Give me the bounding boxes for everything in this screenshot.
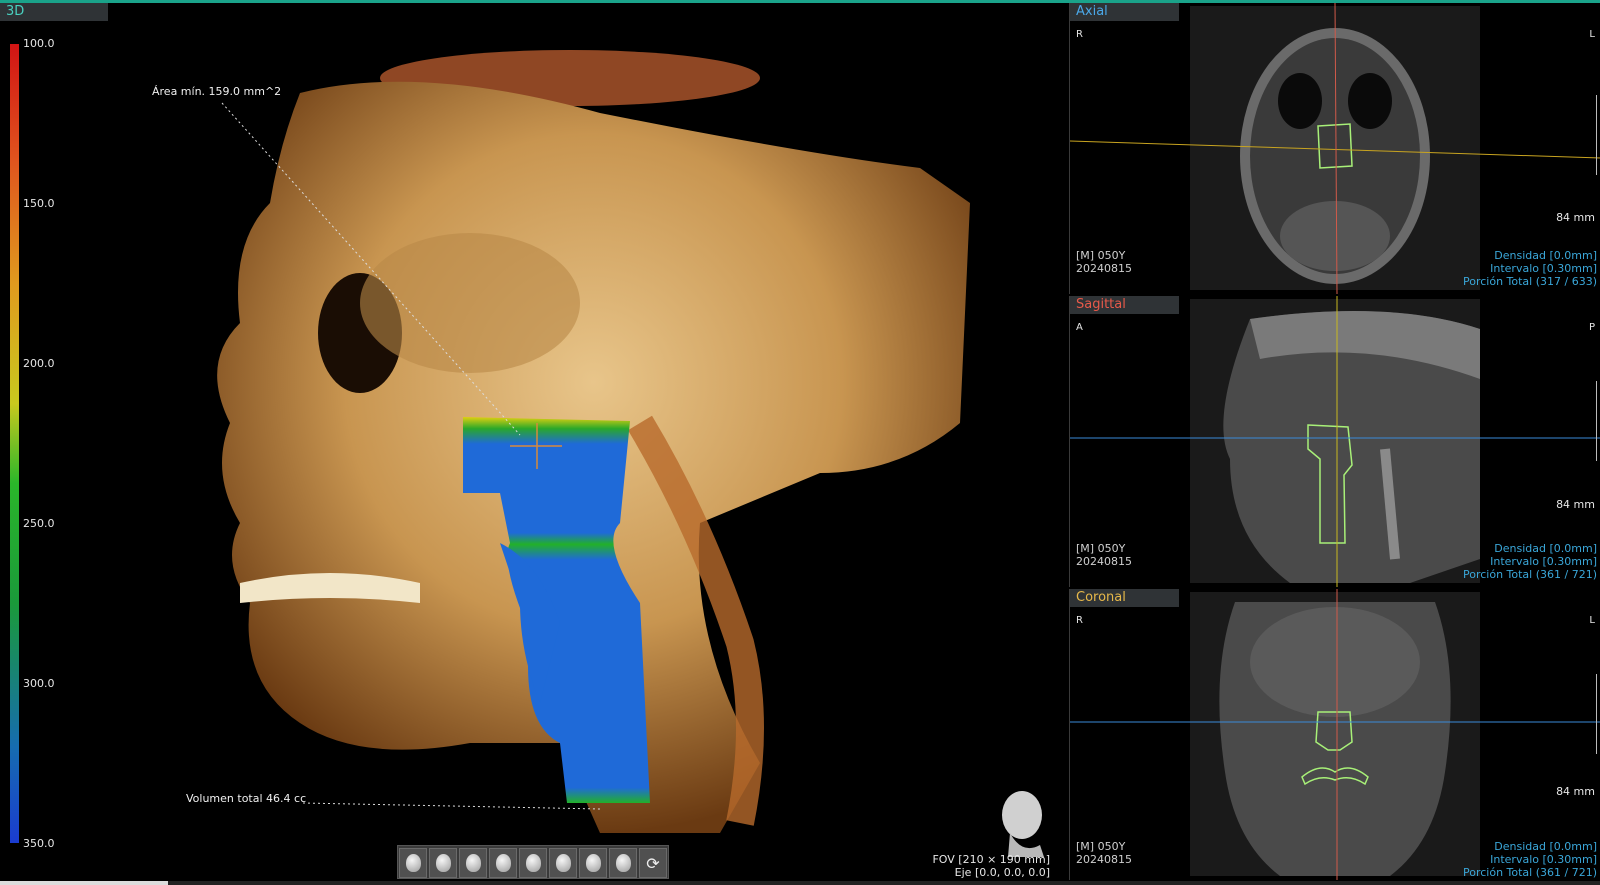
coronal-patient-info: [M] 050Y 20240815: [1076, 840, 1132, 866]
coronal-orient-left: R: [1076, 615, 1083, 626]
head-left-view-icon: [435, 854, 451, 872]
coronal-slice-info: Densidad [0.0mm] Intervalo [0.30mm] Porc…: [1463, 840, 1597, 879]
coronal-scale-label: 84 mm: [1556, 785, 1595, 798]
sagittal-orient-left: A: [1076, 322, 1083, 333]
axis-readout: Eje [0.0, 0.0, 0.0]: [954, 866, 1050, 879]
head-front-view-icon: [405, 854, 421, 872]
skull-volume-render[interactable]: [0, 3, 1064, 881]
coronal-view[interactable]: Coronal R L 84 mm [M] 050Y 20240815 Dens…: [1069, 589, 1600, 880]
axial-patient: [M] 050Y: [1076, 249, 1126, 262]
sagittal-density: Densidad [0.0mm]: [1494, 542, 1597, 555]
head-right-view-button[interactable]: [459, 848, 487, 878]
axial-orient-left: R: [1076, 29, 1083, 40]
head-left-view-button[interactable]: [429, 848, 457, 878]
sagittal-slice-count: Porción Total (361 / 721): [1462, 568, 1597, 581]
total-volume-annotation: Volumen total 46.4 cc: [186, 792, 307, 805]
head-3q-right-icon: [525, 854, 541, 872]
head-back-view-icon: [615, 854, 631, 872]
sagittal-patient: [M] 050Y: [1076, 542, 1126, 555]
rotate-view-icon: ⟳: [646, 853, 660, 873]
coronal-density: Densidad [0.0mm]: [1494, 840, 1597, 853]
rotate-view-button[interactable]: ⟳: [639, 848, 667, 878]
head-3q-right-button[interactable]: [519, 848, 547, 878]
sagittal-interval: Intervalo [0.30mm]: [1490, 555, 1597, 568]
head-top-view-button[interactable]: [549, 848, 577, 878]
axial-view[interactable]: Axial R L 84 mm [M] 050Y 20240815 Densid…: [1069, 3, 1600, 294]
coronal-scale-ruler: [1592, 674, 1597, 754]
head-back-view-button[interactable]: [609, 848, 637, 878]
head-3q-left-icon: [495, 854, 511, 872]
coronal-interval: Intervalo [0.30mm]: [1490, 853, 1597, 866]
head-right-view-icon: [465, 854, 481, 872]
sagittal-patient-info: [M] 050Y 20240815: [1076, 542, 1132, 568]
axial-slice-count: Porción Total (317 / 633): [1462, 275, 1597, 288]
sagittal-view[interactable]: Sagittal A P 84 mm [M] 050Y 20240815 Den…: [1069, 296, 1600, 587]
axial-interval: Intervalo [0.30mm]: [1490, 262, 1597, 275]
axial-orient-right: L: [1589, 29, 1595, 40]
coronal-orient-right: L: [1589, 615, 1595, 626]
axial-slice-info: Densidad [0.0mm] Intervalo [0.30mm] Porc…: [1463, 249, 1597, 288]
coronal-date: 20240815: [1076, 853, 1132, 866]
horizontal-scrollbar[interactable]: [0, 881, 1600, 885]
coronal-slice-count: Porción Total (361 / 721): [1462, 866, 1597, 879]
viewport-3d[interactable]: 3D 100.0 150.0 200.0 250.0 300.0 350.0 Á…: [0, 3, 1064, 881]
head-bottom-view-button[interactable]: [579, 848, 607, 878]
sagittal-scale-label: 84 mm: [1556, 498, 1595, 511]
axial-date: 20240815: [1076, 262, 1132, 275]
head-3q-left-button[interactable]: [489, 848, 517, 878]
scrollbar-thumb[interactable]: [0, 881, 168, 885]
axial-scale-label: 84 mm: [1556, 211, 1595, 224]
axial-scale-ruler: [1592, 95, 1597, 175]
sagittal-slice-info: Densidad [0.0mm] Intervalo [0.30mm] Porc…: [1463, 542, 1597, 581]
fov-readout: FOV [210 × 190 mm]: [932, 853, 1050, 866]
coronal-crosshair[interactable]: [1070, 589, 1600, 880]
min-area-annotation: Área mín. 159.0 mm^2: [152, 85, 282, 98]
sagittal-date: 20240815: [1076, 555, 1132, 568]
view-orientation-toolbar: ⟳: [397, 845, 669, 879]
sagittal-orient-right: P: [1588, 322, 1595, 333]
head-top-view-icon: [555, 854, 571, 872]
head-front-view-button[interactable]: [399, 848, 427, 878]
head-bottom-view-icon: [585, 854, 601, 872]
coronal-patient: [M] 050Y: [1076, 840, 1126, 853]
sagittal-scale-ruler: [1592, 381, 1597, 461]
axial-patient-info: [M] 050Y 20240815: [1076, 249, 1132, 275]
axial-density: Densidad [0.0mm]: [1494, 249, 1597, 262]
